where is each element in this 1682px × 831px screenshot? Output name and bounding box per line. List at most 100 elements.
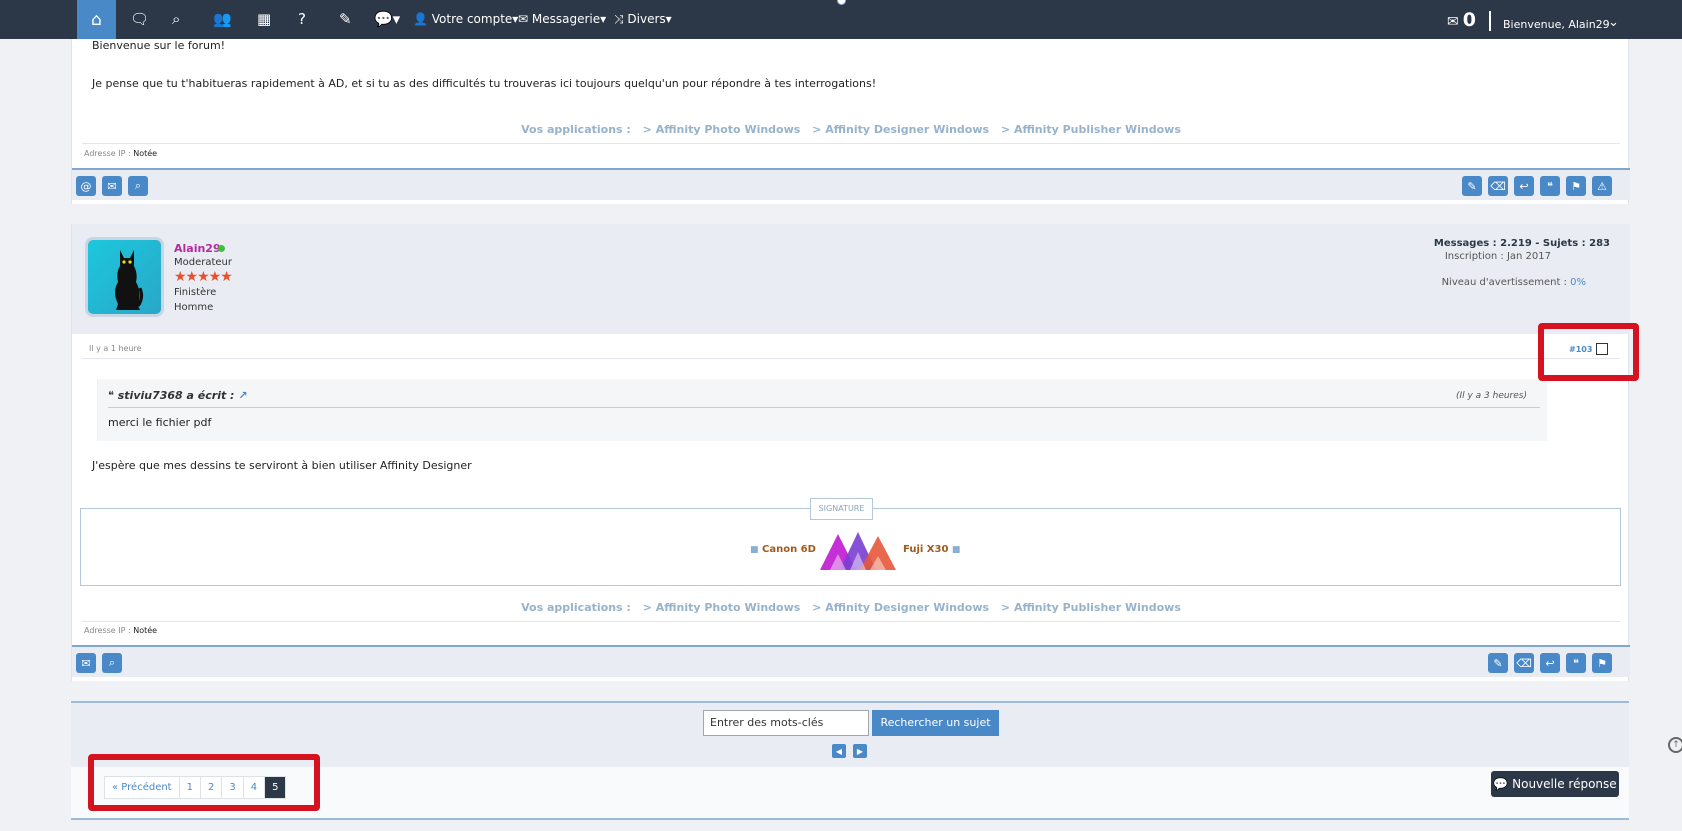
signature-left: ■ Canon 6D [750, 544, 816, 555]
previous-post: Bienvenue sur le forum! Je pense que tu … [71, 39, 1630, 204]
quote-divider [108, 407, 1540, 408]
new-reply-button[interactable]: 💬 Nouvelle réponse [1491, 771, 1619, 797]
username[interactable]: Alain29 [174, 242, 221, 255]
warning-icon[interactable]: ⚠ [1592, 176, 1612, 196]
external-link-icon[interactable]: ↗ [238, 389, 247, 402]
app-link-publisher[interactable]: > Affinity Publisher Windows [1001, 123, 1181, 136]
home-icon[interactable]: ⌂ [77, 0, 116, 39]
warning-label: Niveau d'avertissement : [1441, 277, 1567, 288]
ip-value: Notée [133, 626, 158, 635]
chevron-down-icon[interactable]: ⌄ [1608, 15, 1619, 30]
quote-icon[interactable]: ❝ [1540, 176, 1560, 196]
email-icon[interactable]: ✉ [76, 653, 96, 673]
misc-menu[interactable]: ⤨ Divers▾ [614, 11, 672, 27]
quote-block: ❝ stiviu7368 a écrit : ↗ (Il y a 3 heure… [97, 379, 1547, 441]
app-link-designer[interactable]: > Affinity Designer Windows [812, 123, 989, 136]
divider [82, 621, 1620, 622]
rating-stars: ★★★★★ [174, 269, 233, 285]
ip-value: Notée [133, 149, 158, 158]
post-number-link[interactable]: #103 [1569, 345, 1592, 354]
quote-author: stiviu7368 a écrit : [117, 389, 235, 402]
eraser-icon[interactable]: ⌫ [1514, 653, 1534, 673]
post-time: Il y a 1 heure [89, 344, 142, 353]
mail-menu[interactable]: ✉ Messagerie▾ [518, 11, 606, 27]
signature-camera-1: Canon 6D [762, 544, 816, 555]
edit-icon[interactable]: ✎ [339, 9, 352, 29]
app-links: Vos applications : > Affinity Photo Wind… [72, 601, 1630, 614]
user-inscription: Inscription : Jan 2017 [1444, 251, 1551, 262]
edit-icon[interactable]: ✎ [1488, 653, 1508, 673]
email-icon[interactable]: ✉ [102, 176, 122, 196]
search-icon[interactable]: ⌕ [128, 176, 148, 196]
app-link-publisher[interactable]: > Affinity Publisher Windows [1001, 601, 1181, 614]
flag-icon[interactable]: ⚑ [1566, 176, 1586, 196]
previous-arrow-icon[interactable]: ◀ [832, 744, 846, 758]
previous-post-line2: Je pense que tu t'habitueras rapidement … [92, 77, 877, 90]
inbox-counter[interactable]: ✉ 0 [1447, 9, 1476, 31]
previous-post-line1: Bienvenue sur le forum! [92, 39, 226, 52]
reply-icon[interactable]: ↩ [1514, 176, 1534, 196]
envelope-icon: ✉ [1447, 14, 1459, 30]
search-topic-button[interactable]: Rechercher un sujet [872, 710, 999, 736]
app-link-photo[interactable]: > Affinity Photo Windows [643, 123, 801, 136]
user-role: Moderateur [174, 257, 233, 268]
select-post-checkbox[interactable] [1596, 343, 1608, 355]
quote-header: ❝ stiviu7368 a écrit : ↗ [108, 389, 248, 402]
quote-icon[interactable]: ❝ [1566, 653, 1586, 673]
chat-icon[interactable]: 🗨 [130, 9, 149, 29]
online-status-dot [218, 245, 225, 252]
mail-label: Messagerie [531, 12, 601, 26]
search-input[interactable]: Entrer des mots-clés [703, 710, 869, 736]
divider [82, 358, 1620, 359]
inbox-count: 0 [1462, 9, 1476, 31]
signature-label: SIGNATURE [810, 498, 873, 520]
welcome-text[interactable]: Bienvenue, Alain29 [1503, 18, 1610, 31]
discussions-icon[interactable]: 💬▾ [374, 9, 400, 29]
members-icon[interactable]: 👥 [213, 9, 232, 29]
edit-icon[interactable]: ✎ [1462, 176, 1482, 196]
user-region: Finistère [174, 287, 217, 298]
mention-icon[interactable]: @ [76, 176, 96, 196]
app-link-photo[interactable]: > Affinity Photo Windows [643, 601, 801, 614]
search-icon[interactable]: ⌕ [172, 9, 180, 29]
signature-right: Fuji X30 ■ [903, 544, 961, 555]
top-navbar: ⌂ 🗨 ⌕ 👥 ▦ ? ✎ 💬▾ 👤 Votre compte▾ ✉ Messa… [0, 0, 1682, 39]
flag-icon[interactable]: ⚑ [1592, 653, 1612, 673]
quote-text: merci le fichier pdf [108, 416, 212, 429]
next-arrow-icon[interactable]: ▶ [853, 744, 867, 758]
quote-time: (Il y a 3 heures) [1455, 391, 1527, 401]
cat-avatar-image [115, 250, 144, 310]
ip-label: Adresse IP : [84, 149, 131, 158]
scroll-top-icon[interactable]: ↑ [1668, 737, 1682, 753]
post: Alain29 Moderateur ★★★★★ Finistère Homme… [71, 224, 1630, 681]
calendar-icon[interactable]: ▦ [257, 9, 271, 29]
post-body: J'espère que mes dessins te serviront à … [92, 459, 472, 472]
ip-label: Adresse IP : [84, 626, 131, 635]
app-link-designer[interactable]: > Affinity Designer Windows [812, 601, 989, 614]
reply-icon[interactable]: ↩ [1540, 653, 1560, 673]
eraser-icon[interactable]: ⌫ [1488, 176, 1508, 196]
account-menu[interactable]: 👤 Votre compte▾ [413, 11, 518, 27]
app-links: Vos applications : > Affinity Photo Wind… [72, 123, 1630, 136]
avatar[interactable] [85, 237, 164, 317]
search-icon[interactable]: ⌕ [102, 653, 122, 673]
new-reply-label: Nouvelle réponse [1512, 777, 1617, 791]
ip-line: Adresse IP : Notée [84, 626, 157, 635]
divider [82, 143, 1620, 144]
ip-line: Adresse IP : Notée [84, 149, 157, 158]
help-icon[interactable]: ? [298, 9, 306, 29]
user-gender: Homme [174, 302, 214, 313]
post-toolbar: ✉ ⌕ ✎ ⌫ ↩ ❝ ⚑ [72, 645, 1630, 677]
post-author-header: Alain29 Moderateur ★★★★★ Finistère Homme… [72, 224, 1630, 334]
divider [1489, 11, 1491, 31]
misc-label: Divers [627, 12, 666, 26]
signature-camera-2: Fuji X30 [903, 544, 949, 555]
user-message-stats: Messages : 2.219 - Sujets : 283 [1433, 238, 1610, 249]
app-links-label: Vos applications : [521, 601, 631, 614]
account-label: Votre compte [431, 12, 513, 26]
warning-value[interactable]: 0% [1570, 277, 1586, 288]
post-toolbar: @ ✉ ⌕ ✎ ⌫ ↩ ❝ ⚑ ⚠ [72, 168, 1630, 200]
highlight-box [88, 754, 320, 811]
affinity-logo-image [820, 532, 896, 570]
chat-icon: 💬 [1493, 777, 1509, 791]
